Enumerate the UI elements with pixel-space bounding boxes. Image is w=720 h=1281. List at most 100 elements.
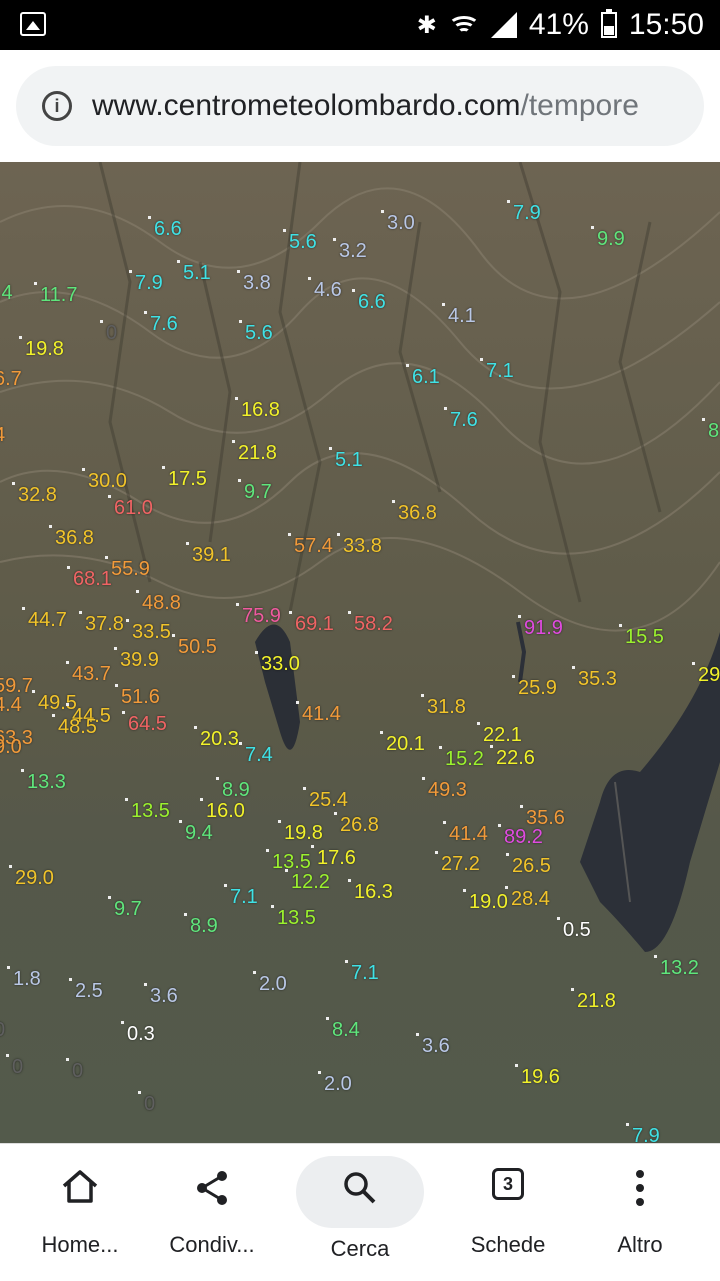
more-label: Altro (617, 1232, 663, 1257)
station-marker (19, 336, 22, 339)
search-label: Cerca (330, 1236, 390, 1261)
station-value-label: 64.5 (128, 713, 167, 735)
station-value-label: 8.4 (332, 1019, 360, 1041)
more-button[interactable]: Altro (568, 1144, 712, 1281)
search-button[interactable]: Cerca (288, 1144, 432, 1281)
station-value-label: 36.8 (398, 502, 437, 524)
station-value-label: 9.4 (185, 822, 213, 844)
station-marker (477, 722, 480, 725)
station-marker (67, 566, 70, 569)
station-value-label: 0 (106, 322, 118, 344)
station-value-label: 28.4 (511, 888, 550, 910)
station-marker (136, 590, 139, 593)
station-marker (444, 407, 447, 410)
station-value-label: 9.9 (597, 228, 625, 250)
station-marker (619, 624, 622, 627)
station-marker (224, 884, 227, 887)
station-value-label: 6.6 (154, 218, 182, 240)
station-marker (318, 1071, 321, 1074)
station-marker (406, 364, 409, 367)
station-value-label: 16.3 (354, 881, 393, 903)
station-marker (82, 468, 85, 471)
share-label: Condiv... (169, 1232, 255, 1257)
home-button[interactable]: Home... (8, 1144, 152, 1281)
station-marker (52, 714, 55, 717)
station-marker (108, 896, 111, 899)
station-value-label: 5.1 (183, 262, 211, 284)
station-marker (308, 277, 311, 280)
station-marker (571, 988, 574, 991)
station-marker (512, 675, 515, 678)
station-value-label: 19.8 (284, 822, 323, 844)
station-marker (255, 651, 258, 654)
station-value-label: 33.0 (261, 653, 300, 675)
station-marker (278, 820, 281, 823)
info-icon[interactable]: i (42, 91, 72, 121)
station-marker (236, 603, 239, 606)
station-value-label: 15.2 (445, 748, 484, 770)
station-marker (177, 260, 180, 263)
station-marker (66, 661, 69, 664)
station-value-label: 26.8 (340, 814, 379, 836)
station-value-label: 11.7 (40, 284, 78, 306)
station-value-label: 6.6 (358, 291, 386, 313)
share-button[interactable]: Condiv... (140, 1144, 284, 1281)
station-value-label: 21.8 (577, 990, 616, 1012)
station-marker (21, 769, 24, 772)
search-icon (344, 1172, 376, 1204)
station-marker (303, 787, 306, 790)
station-marker (232, 440, 235, 443)
station-marker (421, 694, 424, 697)
station-marker (520, 805, 523, 808)
station-value-label: 39.9 (120, 649, 159, 671)
station-marker (66, 703, 69, 706)
station-value-label: 6.7 (0, 368, 22, 390)
station-value-label: 55.9 (111, 558, 150, 580)
station-marker (129, 270, 132, 273)
url-text[interactable]: www.centrometeolombardo.com/tempore (92, 86, 686, 126)
station-marker (144, 983, 147, 986)
station-value-label: 91.9 (524, 617, 563, 639)
station-value-label: 3.0 (387, 212, 415, 234)
station-marker (380, 731, 383, 734)
station-value-label: 48.8 (142, 592, 181, 614)
station-value-label: 41.4 (449, 823, 488, 845)
station-marker (216, 777, 219, 780)
station-value-label: 89.2 (504, 826, 543, 848)
station-value-label: 39.1 (192, 544, 231, 566)
station-marker (49, 525, 52, 528)
station-value-label: 1.8 (13, 968, 41, 990)
station-value-label: 25.9 (518, 677, 557, 699)
tabs-button[interactable]: 3 Schede (436, 1144, 580, 1281)
station-marker (463, 889, 466, 892)
station-value-label: 27.2 (441, 853, 480, 875)
station-marker (144, 311, 147, 314)
station-marker (172, 634, 175, 637)
status-icons: ✱ 41% 15:50 (417, 8, 704, 42)
station-value-label: 7.9 (513, 202, 541, 224)
station-marker (326, 1017, 329, 1020)
station-marker (557, 917, 560, 920)
station-value-label: 15.5 (625, 626, 664, 648)
station-marker (506, 853, 509, 856)
station-value-label: 7.1 (486, 360, 514, 382)
station-value-label: 7.1 (351, 962, 379, 984)
station-value-label: 3.6 (422, 1035, 450, 1057)
station-value-label: 41.4 (302, 703, 341, 725)
station-marker (162, 466, 165, 469)
station-marker (126, 619, 129, 622)
address-field[interactable]: i www.centrometeolombardo.com/tempore (16, 66, 704, 146)
station-marker (114, 647, 117, 650)
station-marker (333, 238, 336, 241)
more-vert-icon (636, 1170, 644, 1206)
station-value-label: 7.6 (150, 313, 178, 335)
station-value-label: .4 (0, 282, 13, 304)
station-marker (591, 226, 594, 229)
station-value-label: 37.8 (85, 613, 124, 635)
station-value-label: 35.3 (578, 668, 617, 690)
rainfall-map[interactable]: 6.6 3.0 7.9 5.6 3.2 9.9 .4 11.7 7.9 5.1 3.8 4.6 6.6 4… (0, 162, 720, 1143)
station-marker (253, 971, 256, 974)
station-value-label: 4.6 (314, 279, 342, 301)
station-marker (507, 200, 510, 203)
station-marker (334, 812, 337, 815)
